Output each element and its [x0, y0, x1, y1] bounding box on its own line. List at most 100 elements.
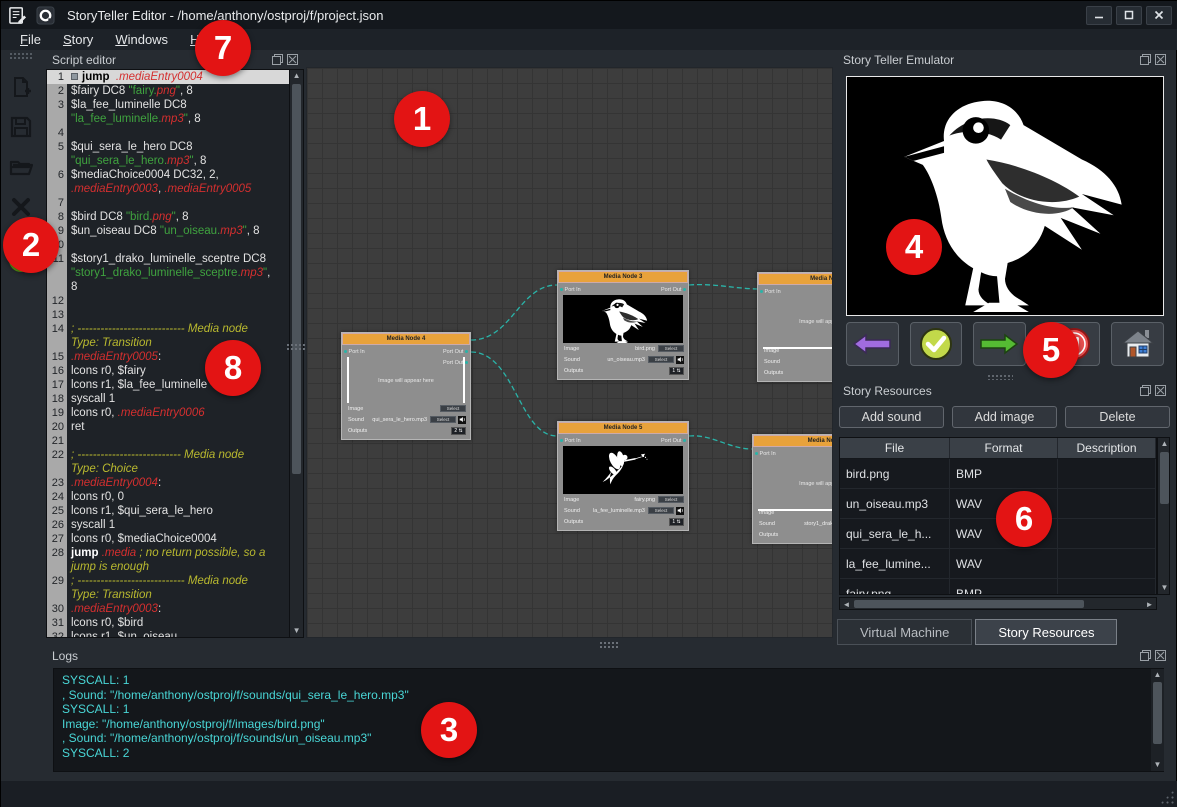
- editor-line[interactable]: 5$qui_sera_le_hero DC8 "qui_sera_le_hero…: [47, 140, 289, 168]
- close-panel-icon[interactable]: [1155, 385, 1166, 396]
- table-row[interactable]: fairy.pngBMP: [840, 579, 1156, 595]
- node-title[interactable]: Media Node 3: [558, 271, 688, 283]
- toolbar-drag-handle[interactable]: [9, 52, 33, 59]
- port-in[interactable]: Port In: [560, 287, 581, 293]
- editor-line[interactable]: 11$story1_drako_luminelle_sceptre DC8 "s…: [47, 252, 289, 294]
- outputs-spinner[interactable]: 2 ⇅: [451, 427, 466, 435]
- close-panel-icon[interactable]: [287, 54, 298, 65]
- editor-line[interactable]: 26syscall 1: [47, 518, 289, 532]
- menu-windows[interactable]: Windows: [106, 30, 177, 49]
- editor-line[interactable]: 25lcons r1, $qui_sera_le_hero: [47, 504, 289, 518]
- editor-line[interactable]: 14; ---------------------------- Media n…: [47, 322, 289, 350]
- editor-line[interactable]: 32lcons r1, $un_oiseau: [47, 630, 289, 638]
- editor-line[interactable]: 8$bird DC8 "bird.png", 8: [47, 210, 289, 224]
- table-vertical-scrollbar[interactable]: ▲ ▼: [1157, 437, 1170, 595]
- menu-story[interactable]: Story: [54, 30, 102, 49]
- node-title[interactable]: Media Node 6: [753, 435, 833, 447]
- editor-line[interactable]: 3$la_fee_luminelle DC8 "la_fee_luminelle…: [47, 98, 289, 126]
- float-panel-icon[interactable]: [1140, 54, 1151, 65]
- editor-line[interactable]: 31lcons r0, $bird: [47, 616, 289, 630]
- window-resize-grip[interactable]: [1160, 790, 1174, 804]
- editor-line[interactable]: 29; ---------------------------- Media n…: [47, 574, 289, 602]
- minimize-button[interactable]: [1086, 6, 1112, 25]
- editor-line[interactable]: 2$fairy DC8 "fairy.png", 8: [47, 84, 289, 98]
- scroll-down-icon[interactable]: ▼: [1158, 582, 1171, 594]
- speaker-icon[interactable]: [458, 416, 466, 424]
- script-editor[interactable]: 1jump .mediaEntry00042$fairy DC8 "fairy.…: [46, 69, 304, 638]
- column-header-file[interactable]: File: [840, 438, 950, 458]
- panel-drag-handle[interactable]: [987, 374, 1013, 380]
- editor-line[interactable]: 19lcons r0, .mediaEntry0006: [47, 406, 289, 420]
- node-title[interactable]: Media Node 5: [558, 422, 688, 434]
- outputs-spinner[interactable]: 1 ⇅: [669, 518, 684, 526]
- editor-line[interactable]: 6$mediaChoice0004 DC32, 2, .mediaEntry00…: [47, 168, 289, 196]
- scroll-right-icon[interactable]: ►: [1143, 598, 1156, 610]
- close-panel-icon[interactable]: [1155, 54, 1166, 65]
- editor-line[interactable]: 18syscall 1: [47, 392, 289, 406]
- speaker-icon[interactable]: [676, 507, 684, 515]
- close-panel-icon[interactable]: [1155, 650, 1166, 661]
- select-button[interactable]: Select: [440, 405, 466, 412]
- speaker-icon[interactable]: [676, 356, 684, 364]
- maximize-button[interactable]: [1116, 6, 1142, 25]
- tab-story-resources[interactable]: Story Resources: [975, 619, 1117, 645]
- add-sound-button[interactable]: Add sound: [839, 406, 944, 428]
- editor-line[interactable]: 12: [47, 294, 289, 308]
- scroll-up-icon[interactable]: ▲: [1151, 669, 1164, 681]
- menu-file[interactable]: File: [11, 30, 50, 49]
- previous-button[interactable]: [846, 322, 899, 366]
- validate-button[interactable]: [910, 322, 963, 366]
- open-folder-button[interactable]: [8, 154, 34, 180]
- table-row[interactable]: la_fee_lumine...WAV: [840, 549, 1156, 579]
- column-header-format[interactable]: Format: [950, 438, 1058, 458]
- editor-line[interactable]: 23.mediaEntry0004:: [47, 476, 289, 490]
- add-image-button[interactable]: Add image: [952, 406, 1057, 428]
- editor-line[interactable]: 13: [47, 308, 289, 322]
- editor-line[interactable]: 28jump .media ; no return possible, so a…: [47, 546, 289, 574]
- select-button[interactable]: Select: [648, 356, 674, 363]
- scroll-up-icon[interactable]: ▲: [290, 70, 303, 82]
- port-out[interactable]: Port Out: [443, 349, 468, 355]
- port-out[interactable]: Port Out: [661, 287, 686, 293]
- float-panel-icon[interactable]: [1140, 385, 1151, 396]
- editor-scrollbar[interactable]: ▲ ▼: [289, 70, 303, 637]
- node-title[interactable]: Media Node 4: [342, 333, 470, 345]
- select-button[interactable]: Select: [648, 507, 674, 514]
- editor-line[interactable]: 22; --------------------------- Media no…: [47, 448, 289, 476]
- scroll-down-icon[interactable]: ▼: [290, 625, 303, 637]
- select-button[interactable]: Select: [658, 496, 684, 503]
- port-out[interactable]: Port Out: [661, 438, 686, 444]
- port-in[interactable]: Port In: [560, 438, 581, 444]
- new-file-button[interactable]: [8, 74, 34, 100]
- node-title[interactable]: Media Node: [758, 273, 833, 285]
- port-in[interactable]: Port In: [344, 349, 365, 355]
- editor-line[interactable]: 24lcons r0, 0: [47, 490, 289, 504]
- select-button[interactable]: Select: [658, 345, 684, 352]
- save-button[interactable]: [8, 114, 34, 140]
- splitter-handle-left[interactable]: [286, 343, 306, 351]
- table-row[interactable]: bird.pngBMP: [840, 459, 1156, 489]
- media-node[interactable]: Media Node 6 Port InImage will appear he…: [752, 434, 833, 544]
- editor-line[interactable]: 7: [47, 196, 289, 210]
- editor-line[interactable]: 9$un_oiseau DC8 "un_oiseau.mp3", 8: [47, 224, 289, 238]
- logs-output[interactable]: SYSCALL: 1, Sound: "/home/anthony/ostpro…: [53, 668, 1164, 772]
- editor-line[interactable]: 20ret: [47, 420, 289, 434]
- media-node[interactable]: Media Node 4 Port InPort Out Port Out Im…: [341, 332, 471, 440]
- media-node[interactable]: Media Node 3 Port InPort Out Imagebird.p…: [557, 270, 689, 380]
- next-button[interactable]: [973, 322, 1026, 366]
- float-panel-icon[interactable]: [272, 54, 283, 65]
- media-node[interactable]: Media Node 5 Port InPort Out Imagefairy.…: [557, 421, 689, 531]
- editor-line[interactable]: 27lcons r0, $mediaChoice0004: [47, 532, 289, 546]
- table-horizontal-scrollbar[interactable]: ◄ ►: [839, 597, 1157, 610]
- editor-line[interactable]: 1jump .mediaEntry0004: [47, 70, 289, 84]
- scroll-up-icon[interactable]: ▲: [1158, 438, 1171, 450]
- editor-line[interactable]: 30.mediaEntry0003:: [47, 602, 289, 616]
- editor-line[interactable]: 4: [47, 126, 289, 140]
- media-node[interactable]: Media Node Port InImage will appear here…: [757, 272, 833, 382]
- editor-line[interactable]: 10: [47, 238, 289, 252]
- float-panel-icon[interactable]: [1140, 650, 1151, 661]
- scroll-left-icon[interactable]: ◄: [840, 598, 853, 610]
- column-header-description[interactable]: Description: [1058, 438, 1156, 458]
- port-in[interactable]: Port In: [755, 451, 776, 457]
- port-in[interactable]: Port In: [760, 289, 781, 295]
